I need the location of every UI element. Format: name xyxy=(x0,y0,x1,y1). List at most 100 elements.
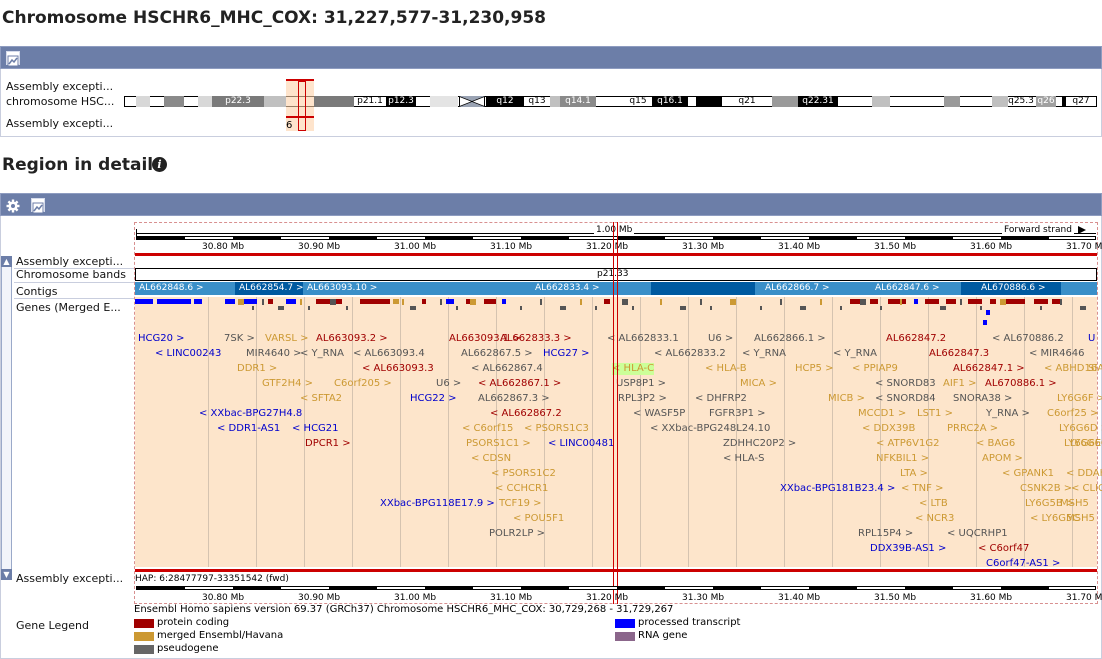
gene-label[interactable]: AL662833.3 > xyxy=(500,333,572,345)
gene-feature[interactable] xyxy=(360,299,390,304)
gene-feature[interactable] xyxy=(278,306,284,310)
gene-label[interactable]: NFKBIL1 > xyxy=(876,453,929,465)
gene-feature[interactable] xyxy=(268,299,273,304)
track-scrollbar[interactable] xyxy=(1,256,12,580)
image-export-icon[interactable] xyxy=(6,51,20,67)
gene-feature[interactable] xyxy=(560,306,566,310)
gene-feature[interactable] xyxy=(604,299,610,304)
gene-label[interactable]: AL662847.3 xyxy=(929,348,989,360)
gene-label[interactable]: < AL662867.1 > xyxy=(478,378,561,390)
gene-label[interactable]: < ATP6V1G2 xyxy=(876,438,939,450)
gene-label[interactable]: < MIR4646 xyxy=(1029,348,1085,360)
gene-label[interactable]: < WASF5P xyxy=(633,408,685,420)
image-export-icon[interactable] xyxy=(31,198,45,214)
gene-label[interactable]: < NCR3 xyxy=(915,513,954,525)
gene-feature[interactable] xyxy=(990,299,996,304)
gene-label[interactable]: < CLIC1 xyxy=(1071,483,1102,495)
gene-feature[interactable] xyxy=(1034,299,1048,304)
gene-label[interactable]: < HLA-B xyxy=(705,363,747,375)
gene-label[interactable]: < CCHCR1 xyxy=(495,483,548,495)
gene-feature[interactable] xyxy=(888,299,906,304)
gene-feature[interactable] xyxy=(940,306,946,310)
gene-feature[interactable] xyxy=(484,299,496,304)
gene-feature[interactable] xyxy=(632,306,634,310)
gene-label[interactable]: < C6orf47 xyxy=(978,543,1029,555)
gene-label[interactable]: MCCD1 > xyxy=(858,408,906,420)
gene-label[interactable]: APOM > xyxy=(982,453,1023,465)
gene-label[interactable]: < UQCRHP1 xyxy=(947,528,1008,540)
gene-label[interactable]: LTA > xyxy=(900,468,928,480)
gene-label[interactable]: C6orf25 > xyxy=(1047,408,1098,420)
gene-label[interactable]: RPL15P4 > xyxy=(858,528,913,540)
contig[interactable]: AL662847.6 > xyxy=(851,282,961,295)
gene-feature[interactable] xyxy=(1060,299,1062,305)
gene-feature[interactable] xyxy=(870,299,878,304)
gene-feature[interactable] xyxy=(157,299,191,304)
gene-label[interactable]: GTF2H4 > xyxy=(262,378,313,390)
gene-label[interactable]: < AL670886.2 xyxy=(992,333,1064,345)
gene-label[interactable]: DDX39B-AS1 > xyxy=(870,543,946,555)
gene-label[interactable]: POLR2LP > xyxy=(489,528,545,540)
track-label-genes[interactable]: Genes (Merged E... xyxy=(16,302,121,314)
gene-feature[interactable] xyxy=(410,306,416,310)
gene-label[interactable]: LST1 > xyxy=(917,408,953,420)
contig[interactable]: AL662848.6 > xyxy=(135,282,235,295)
gene-label[interactable]: MICB > xyxy=(828,393,865,405)
gene-label[interactable]: LY6G6C xyxy=(1070,438,1102,450)
gene-feature[interactable] xyxy=(1003,299,1025,304)
gene-feature[interactable] xyxy=(330,299,336,305)
gene-label[interactable]: < AL662833.2 xyxy=(654,348,726,360)
gene-feature[interactable] xyxy=(286,299,296,304)
gene-feature[interactable] xyxy=(980,306,982,310)
gene-label[interactable]: < PSORS1C3 xyxy=(524,423,589,435)
gene-feature[interactable] xyxy=(700,299,702,305)
gene-label[interactable]: < AL662867.4 xyxy=(471,363,543,375)
gene-label[interactable]: < SNORD84 xyxy=(875,393,936,405)
gene-feature[interactable] xyxy=(502,299,506,304)
gene-feature[interactable] xyxy=(540,299,542,305)
gene-feature[interactable] xyxy=(960,299,962,305)
gene-feature[interactable] xyxy=(402,299,404,305)
gene-label[interactable]: < LINC00481 xyxy=(548,438,614,450)
info-icon[interactable]: i xyxy=(152,157,167,172)
contig[interactable]: AL670886.6 > xyxy=(961,282,1061,295)
gene-label[interactable]: < XXbac-BPG248L24.10 xyxy=(650,423,770,435)
gene-label[interactable]: MICA > xyxy=(740,378,777,390)
gene-label[interactable]: < LTB xyxy=(919,498,948,510)
gene-label[interactable]: < SFTA2 xyxy=(300,393,342,405)
gene-feature[interactable] xyxy=(1040,306,1042,310)
contig[interactable]: AL662854.7 > xyxy=(235,282,303,295)
scroll-down-icon[interactable]: ▼ xyxy=(1,569,12,580)
gene-label[interactable]: < POU5F1 xyxy=(513,513,564,525)
gene-label[interactable]: TCF19 > xyxy=(499,498,542,510)
gene-label[interactable]: PRRC2A > xyxy=(947,423,998,435)
gene-feature[interactable] xyxy=(780,299,782,305)
gene-label[interactable]: U xyxy=(1088,333,1097,345)
gene-label[interactable]: HCP5 > xyxy=(795,363,833,375)
gene-feature[interactable] xyxy=(194,299,202,304)
gene-feature[interactable] xyxy=(580,299,582,305)
contig[interactable]: AL663093.10 > xyxy=(303,282,491,295)
gene-label[interactable]: < XXbac-BPG27H4.8 xyxy=(199,408,302,420)
gene-feature[interactable] xyxy=(660,299,662,305)
gene-label[interactable]: HCG20 > xyxy=(138,333,185,345)
contig[interactable] xyxy=(651,282,755,295)
gene-label[interactable]: 7SK > xyxy=(224,333,255,345)
gene-label[interactable]: AL662847.2 xyxy=(886,333,946,345)
gene-label[interactable]: < DHFRP2 xyxy=(695,393,747,405)
gene-feature[interactable] xyxy=(238,299,244,305)
gene-label[interactable]: LY6G6F > xyxy=(1057,393,1102,405)
gene-feature[interactable] xyxy=(252,306,254,310)
gene-label[interactable]: < LINC00243 xyxy=(155,348,221,360)
gene-feature[interactable] xyxy=(346,306,348,310)
gene-feature[interactable] xyxy=(316,299,342,304)
gene-label[interactable]: AL662867.3 > xyxy=(478,393,550,405)
gene-label[interactable]: < PPIAP9 xyxy=(852,363,898,375)
gene-feature[interactable] xyxy=(456,306,458,310)
gene-feature[interactable] xyxy=(225,299,235,304)
gene-feature[interactable] xyxy=(422,299,426,304)
gene-feature[interactable] xyxy=(840,306,842,310)
gene-label[interactable]: FGFR3P1 > xyxy=(709,408,766,420)
gene-feature[interactable] xyxy=(595,306,597,310)
gene-label[interactable]: U6 > xyxy=(708,333,733,345)
